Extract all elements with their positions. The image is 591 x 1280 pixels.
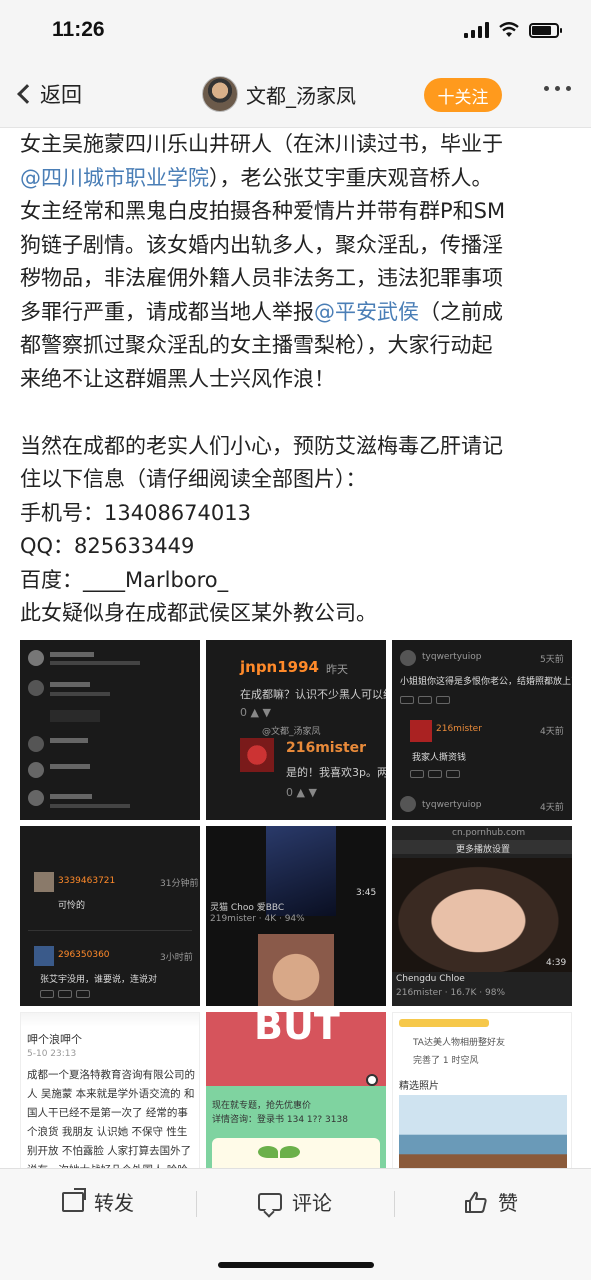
image-tile[interactable]: 呷个浪呷个 5-10 23:13 成都一个夏洛特教育咨询有限公司的 人 吴施蒙 … xyxy=(20,1012,200,1192)
like-label: 赞 xyxy=(498,1191,518,1215)
back-button[interactable]: 返回 xyxy=(14,79,82,109)
image-tile[interactable]: 3:45 灵猫 Choo 爱BBC 219mister · 4K · 94% xyxy=(206,826,386,1006)
thumbs-up-icon xyxy=(465,1191,487,1213)
status-icons xyxy=(464,22,562,38)
comment-icon xyxy=(258,1192,282,1211)
post-line: 女主经常和黑鬼白皮拍摄各种爱情片并带有群P和SM xyxy=(20,199,506,223)
image-tile[interactable]: cn.pornhub.com 更多播放设置 4:39 Chengdu Chloe… xyxy=(392,826,572,1006)
image-tile[interactable]: 3339463721 31分钟前 可怜的 296350360 3小时前 张艾宇没… xyxy=(20,826,200,1006)
post-line: 女主吴施蒙四川乐山井研人（在沐川读过书，毕业于 xyxy=(20,132,503,156)
qq-line: QQ：825633449 xyxy=(20,534,195,558)
post-line: 住以下信息（请仔细阅读全部图片）： xyxy=(20,467,367,491)
nav-bar: 返回 文都_汤家凤 十关注 xyxy=(0,62,591,128)
more-icon[interactable] xyxy=(544,86,571,91)
image-tile[interactable] xyxy=(20,640,200,820)
follow-label: 十关注 xyxy=(437,87,489,108)
post-line: 多罪行严重，请成都当地人举报@平安武侯（之前成 xyxy=(20,299,503,324)
baidu-line: 百度：____Marlboro_ xyxy=(20,567,229,592)
image-tile[interactable]: BUT 现在就专题，抢先优惠价 详情咨询：登录书 134 1?? 3138 xyxy=(206,1012,386,1192)
back-label: 返回 xyxy=(40,83,82,107)
post-line: 此女疑似身在成都武侯区某外教公司。 xyxy=(20,601,377,625)
phone-line: 手机号：13408674013 xyxy=(20,500,251,525)
status-bar: 11:26 xyxy=(0,0,591,62)
post-line: 秽物品，非法雇佣外籍人员非法务工，违法犯罪事项 xyxy=(20,266,503,290)
post-line: 都警察抓过聚众淫乱的女主播雪梨枪），大家行动起 xyxy=(20,333,493,357)
image-tile[interactable]: tyqwertyuiop 5天前 小姐姐你这得是多恨你老公，结婚照都放上了 21… xyxy=(392,640,572,820)
status-time: 11:26 xyxy=(52,18,105,41)
image-tile[interactable]: jnpn1994 昨天 在成都嘛？认识不少黑人可以约 0 ▲ ▼ @文都_汤家凤… xyxy=(206,640,386,820)
username[interactable]: 文都_汤家凤 xyxy=(246,80,356,109)
forward-button[interactable]: 转发 xyxy=(62,1187,134,1216)
avatar[interactable] xyxy=(202,76,238,112)
home-indicator xyxy=(218,1262,374,1268)
chevron-left-icon xyxy=(17,84,37,104)
comment-label: 评论 xyxy=(292,1191,332,1215)
mention-link[interactable]: @四川城市职业学院 xyxy=(20,166,209,190)
post-line: @四川城市职业学院），老公张艾宇重庆观音桥人。 xyxy=(20,165,493,190)
nav-user[interactable]: 文都_汤家凤 xyxy=(202,76,356,112)
like-button[interactable]: 赞 xyxy=(464,1187,518,1216)
image-tile[interactable]: TA达美人物相册整好友 完善了 1 时空风 精选照片 xyxy=(392,1012,572,1192)
post-line: 来绝不让这群媚黑人士兴风作浪！ xyxy=(20,366,335,391)
follow-button[interactable]: 十关注 xyxy=(424,78,502,112)
forward-label: 转发 xyxy=(94,1191,134,1215)
comment-button[interactable]: 评论 xyxy=(258,1187,332,1216)
battery-icon xyxy=(529,22,562,38)
wifi-icon xyxy=(499,22,519,37)
post-line: 狗链子剧情。该女婚内出轨多人，聚众淫乱，传播淫 xyxy=(20,232,503,257)
mention-link[interactable]: @平安武侯 xyxy=(314,300,419,324)
forward-icon xyxy=(62,1191,84,1212)
signal-icon xyxy=(464,22,489,38)
post-line: 当然在成都的老实人们小心，预防艾滋梅毒乙肝请记 xyxy=(20,433,503,458)
post-text: 女主吴施蒙四川乐山井研人（在沐川读过书，毕业于 @四川城市职业学院），老公张艾宇… xyxy=(20,128,580,631)
